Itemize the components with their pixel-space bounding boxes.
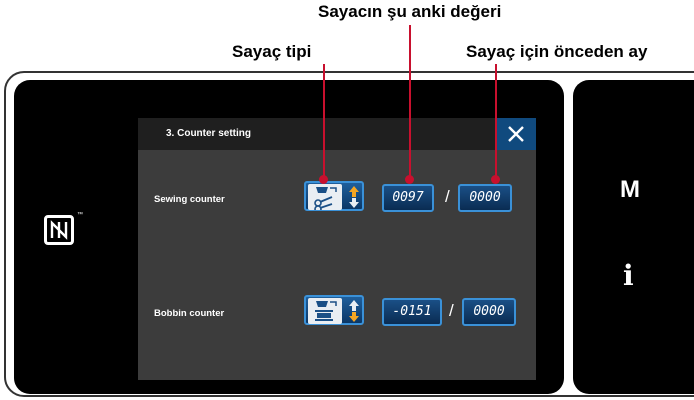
callout-line-counter-type	[323, 64, 325, 179]
close-button[interactable]	[496, 118, 536, 150]
value-separator: /	[449, 301, 454, 320]
callout-dot-counter-type	[319, 175, 328, 184]
sewing-counter-label: Sewing counter	[154, 194, 225, 205]
right-panel	[573, 80, 694, 394]
callout-line-current-value	[409, 25, 411, 179]
nfc-icon	[44, 215, 74, 245]
bobbin-counter-type-button[interactable]	[304, 295, 364, 325]
callout-dot-current-value	[405, 175, 414, 184]
close-icon	[508, 126, 524, 142]
callout-dot-preset-value	[491, 175, 500, 184]
bobbin-counter-current-value[interactable]: -0151	[382, 298, 442, 326]
sewing-counter-preset-value[interactable]: 0000	[458, 184, 512, 212]
callout-preset-value: Sayaç için önceden ay	[466, 42, 648, 61]
up-down-arrows-icon	[349, 300, 359, 322]
bobbin-icon	[308, 298, 342, 324]
sewing-counter-type-button[interactable]	[304, 181, 364, 213]
counter-setting-screen: 3. Counter setting Sewing counter 0097 /…	[138, 118, 536, 380]
title-bar: 3. Counter setting	[138, 118, 536, 150]
info-key[interactable]: i	[623, 259, 634, 292]
screen-title: 3. Counter setting	[166, 128, 252, 139]
up-down-arrows-icon	[349, 186, 359, 208]
callout-line-preset-value	[495, 64, 497, 179]
callout-current-value: Sayacın şu anki değeri	[318, 2, 502, 21]
nfc-trademark: ™	[77, 212, 83, 218]
value-separator: /	[445, 187, 450, 206]
sewing-counter-current-value[interactable]: 0097	[382, 184, 434, 212]
mode-key[interactable]: M	[620, 176, 640, 204]
bobbin-counter-label: Bobbin counter	[154, 308, 225, 319]
bobbin-counter-preset-value[interactable]: 0000	[462, 298, 516, 326]
callout-counter-type: Sayaç tipi	[232, 42, 312, 61]
scissors-presser-icon	[308, 184, 342, 213]
